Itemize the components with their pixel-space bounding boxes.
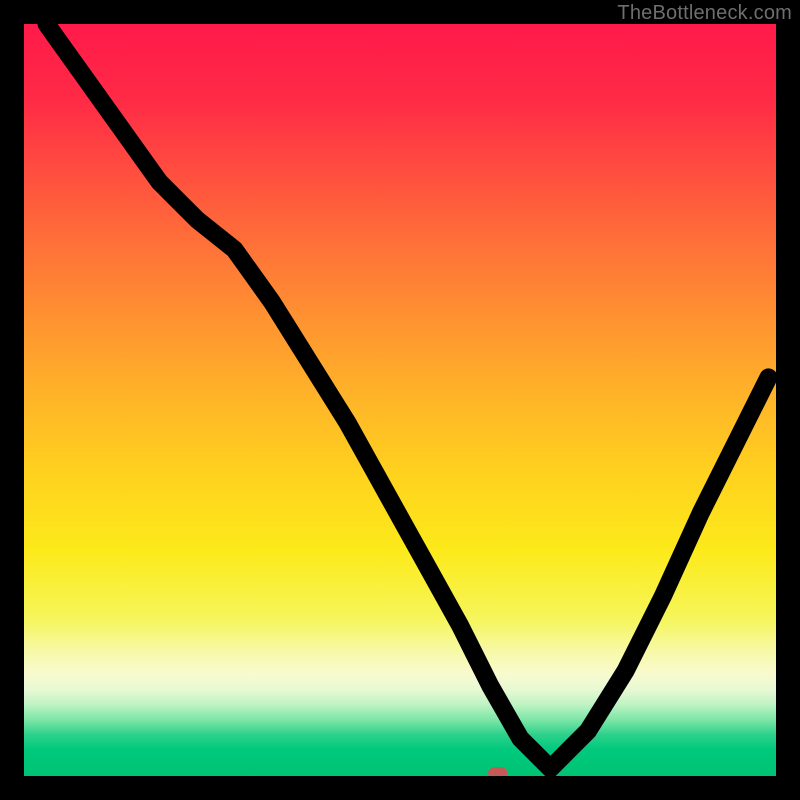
chart-stage: TheBottleneck.com — [0, 0, 800, 800]
watermark-text: TheBottleneck.com — [617, 2, 792, 25]
bottleneck-chart — [24, 24, 776, 776]
optimal-marker — [488, 767, 508, 776]
